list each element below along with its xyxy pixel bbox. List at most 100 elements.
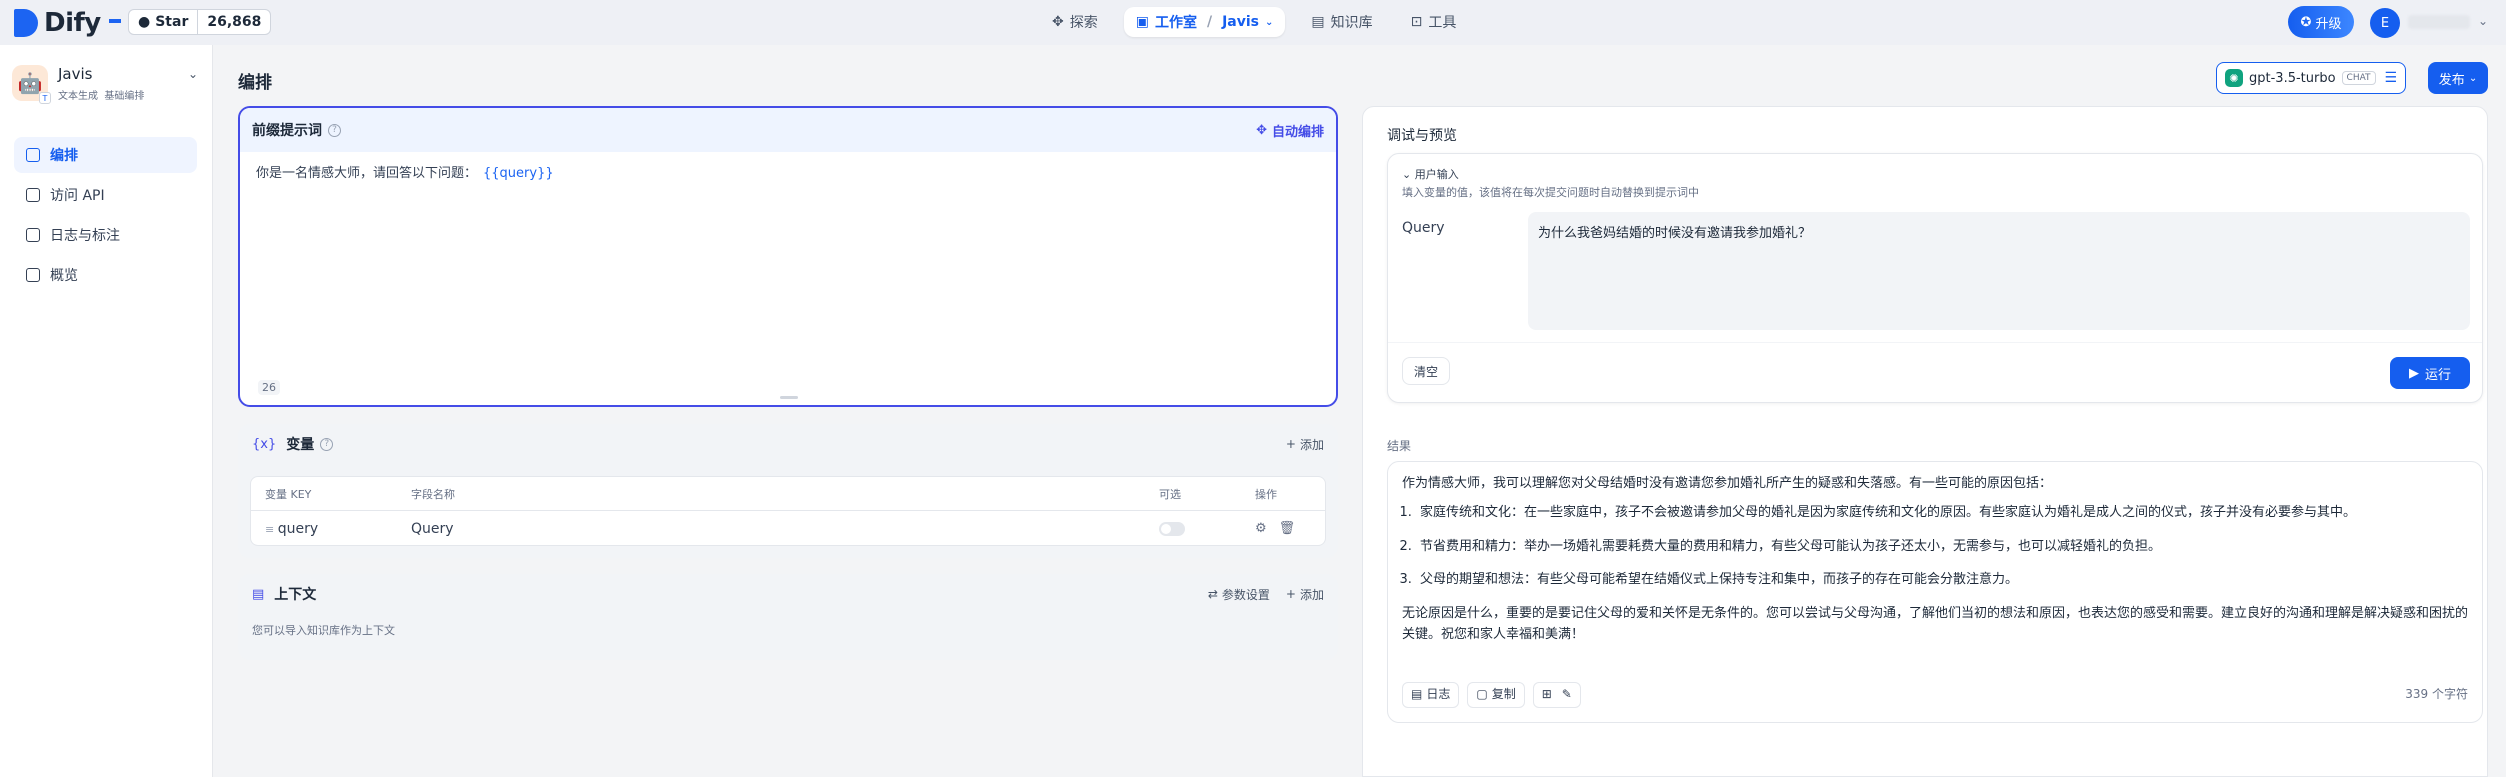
sidebar-item-logs[interactable]: 日志与标注 [14, 217, 197, 253]
sidebar: 🤖 T Javis 文本生成 基础编排 ⌄ 编排 访问 API 日志与标注 概览 [0, 45, 213, 777]
user-input-label[interactable]: ⌄ 用户输入 [1402, 166, 1459, 182]
help-icon[interactable]: ? [328, 123, 341, 137]
params-settings-button[interactable]: ⇄ 参数设置 [1208, 586, 1270, 603]
file-list-icon [26, 228, 40, 242]
chevron-down-icon: ⌄ [1402, 168, 1415, 181]
user-name-redacted[interactable] [2408, 15, 2470, 29]
prompt-textarea[interactable]: 你是一名情感大师，请回答以下问题： {{query}} [240, 152, 1336, 191]
list-item: 节省费用和精力：举办一场婚礼需要耗费大量的费用和精力，有些父母可能认为孩子还太小… [1416, 537, 2468, 558]
plus-icon: + [1285, 587, 1296, 601]
prompt-editor: 前缀提示词 ? ✥ 自动编排 你是一名情感大师，请回答以下问题： {{query}}… [238, 106, 1338, 407]
add-variable-button[interactable]: + 添加 [1286, 436, 1324, 453]
sliders-icon[interactable]: ☰ [2384, 70, 2397, 86]
result-intro: 作为情感大师，我可以理解您对父母结婚时没有邀请您参加婚礼所产生的疑惑和失落感。有… [1402, 476, 2053, 491]
layout-icon [26, 148, 40, 162]
clipboard-icon: ▢ [1476, 687, 1488, 702]
nav-knowledge[interactable]: ▤ 知识库 [1299, 7, 1384, 37]
sidebar-item-overview[interactable]: 概览 [14, 257, 197, 293]
chevron-down-icon: ⌄ [1265, 16, 1274, 28]
prompt-text: 你是一名情感大师，请回答以下问题： [256, 166, 478, 181]
auto-generate-button[interactable]: ✥ 自动编排 [1256, 121, 1324, 140]
model-selector[interactable]: ✺ gpt-3.5-turbo CHAT ☰ [2216, 62, 2406, 94]
help-icon[interactable]: ? [320, 437, 334, 451]
file-icon: ▤ [1411, 687, 1423, 702]
variables-title: 变量 [286, 437, 315, 453]
char-count: 339 个字符 [2405, 687, 2468, 702]
add-context-button[interactable]: + 添加 [1286, 586, 1324, 603]
context-title: 上下文 [274, 587, 317, 603]
prompt-char-count: 26 [258, 380, 280, 395]
play-icon: ▶ [2408, 365, 2419, 381]
current-app-switcher[interactable]: Javis [1222, 14, 1259, 30]
context-section: ▤ 上下文 ⇄ 参数设置 + 添加 您可以导入知识库作为上下文 [238, 574, 1338, 660]
logo-mark [14, 9, 38, 37]
trash-icon[interactable]: 🗑 [1279, 521, 1296, 536]
result-list: 家庭传统和文化：在一些家庭中，孩子不会被邀请参加父母的婚礼是因为家庭传统和文化的… [1416, 503, 2468, 591]
gear-icon[interactable]: ⚙ [1255, 521, 1267, 536]
sliders-icon: ⇄ [1207, 587, 1218, 601]
run-button[interactable]: ▶ 运行 [2390, 357, 2470, 389]
model-mode-tag: CHAT [2341, 71, 2376, 85]
dify-logo[interactable]: Dify [14, 8, 121, 38]
upgrade-button[interactable]: ✪ 升级 [2288, 6, 2354, 38]
studio-icon: ▣ [1135, 14, 1149, 30]
optional-toggle[interactable] [1159, 521, 1185, 536]
feedback-buttons: ⊞ ✎ [1532, 682, 1581, 708]
nav-tools[interactable]: ⊡ 工具 [1399, 7, 1469, 37]
app-avatar-icon: 🤖 T [12, 65, 51, 104]
github-star-button[interactable]: ● Star 26,868 [128, 9, 272, 35]
chevron-down-icon: ⌄ [187, 67, 198, 81]
variable-name[interactable]: Query [411, 521, 1159, 537]
user-input-hint: 填入变量的值，该值将在每次提交问题时自动替换到提示词中 [1402, 186, 1699, 199]
variable-key[interactable]: query [278, 521, 318, 537]
chevron-down-icon[interactable]: ⌄ [2478, 14, 2488, 28]
message-plus-icon[interactable]: ⊞ [1542, 685, 1552, 704]
debug-preview-panel: 调试与预览 ⌄ 用户输入 填入变量的值，该值将在每次提交问题时自动替换到提示词中… [1362, 106, 2488, 777]
app-switcher[interactable]: 🤖 T Javis 文本生成 基础编排 ⌄ [12, 65, 202, 104]
publish-button[interactable]: 发布 ⌄ [2428, 62, 2488, 94]
app-mode: 基础编排 [104, 91, 145, 102]
sidebar-menu: 编排 访问 API 日志与标注 概览 [14, 137, 197, 297]
nav-studio[interactable]: ▣ 工作室 / Javis ⌄ [1123, 7, 1286, 37]
page-title: 编排 [238, 73, 272, 93]
sidebar-item-api[interactable]: 访问 API [14, 177, 197, 213]
prompt-title: 前缀提示词 [252, 123, 322, 139]
clear-button[interactable]: 清空 [1402, 357, 1450, 385]
drag-icon: ≡ [265, 522, 278, 536]
compass-icon: ✥ [1052, 14, 1064, 30]
log-button[interactable]: ▤ 日志 [1402, 682, 1460, 708]
document-icon: ▤ [252, 586, 265, 602]
sidebar-item-orchestrate[interactable]: 编排 [14, 137, 197, 173]
chevron-down-icon: ⌄ [2468, 72, 2478, 84]
top-nav: ✥ 探索 ▣ 工作室 / Javis ⌄ ▤ 知识库 ⊡ 工具 [1040, 7, 1468, 37]
table-row: ≡ query Query ⚙ 🗑 [251, 511, 1325, 546]
user-input-card: ⌄ 用户输入 填入变量的值，该值将在每次提交问题时自动替换到提示词中 Query… [1387, 153, 2483, 403]
openai-icon: ✺ [2225, 69, 2243, 87]
sparkle-icon: ✥ [1256, 122, 1267, 138]
table-header-row: 变量 KEY 字段名称 可选 操作 [251, 477, 1325, 511]
result-outro: 无论原因是什么，重要的是要记住父母的爱和关怀是无条件的。您可以尝试与父母沟通，了… [1402, 606, 2469, 642]
copy-button[interactable]: ▢ 复制 [1467, 682, 1525, 708]
result-card: 作为情感大师，我可以理解您对父母结婚时没有邀请您参加婚礼所产生的疑惑和失落感。有… [1387, 461, 2483, 723]
nav-explore[interactable]: ✥ 探索 [1040, 7, 1110, 37]
user-avatar[interactable]: E [2370, 8, 2400, 38]
query-input[interactable]: 为什么我爸妈结婚的时候没有邀请我参加婚礼？ [1528, 212, 2470, 330]
top-bar: Dify ● Star 26,868 ✥ 探索 ▣ 工作室 / Javis ⌄ ▤ 知识库 ⊡… [0, 0, 2506, 45]
query-label: Query [1402, 220, 1445, 236]
resize-handle[interactable] [780, 396, 798, 399]
sparkle-icon: ✪ [2300, 14, 2312, 30]
context-note: 您可以导入知识库作为上下文 [252, 624, 395, 637]
tool-icon: ⊡ [1410, 14, 1423, 30]
preview-title: 调试与预览 [1387, 128, 1457, 144]
result-label: 结果 [1387, 439, 1412, 453]
edit-icon[interactable]: ✎ [1562, 685, 1572, 704]
variable-icon: {x} [252, 436, 277, 452]
app-name: Javis [58, 65, 93, 83]
chart-icon [26, 268, 40, 282]
app-type: 文本生成 [58, 91, 98, 102]
model-name: gpt-3.5-turbo [2249, 70, 2336, 86]
text-gen-icon: T [39, 92, 51, 104]
variables-section: {x} 变量 ? + 添加 变量 KEY 字段名称 可选 操作 ≡ query Q… [238, 424, 1338, 558]
list-item: 家庭传统和文化：在一些家庭中，孩子不会被邀请参加父母的婚礼是因为家庭传统和文化的… [1416, 503, 2468, 524]
book-icon: ▤ [1311, 14, 1325, 30]
